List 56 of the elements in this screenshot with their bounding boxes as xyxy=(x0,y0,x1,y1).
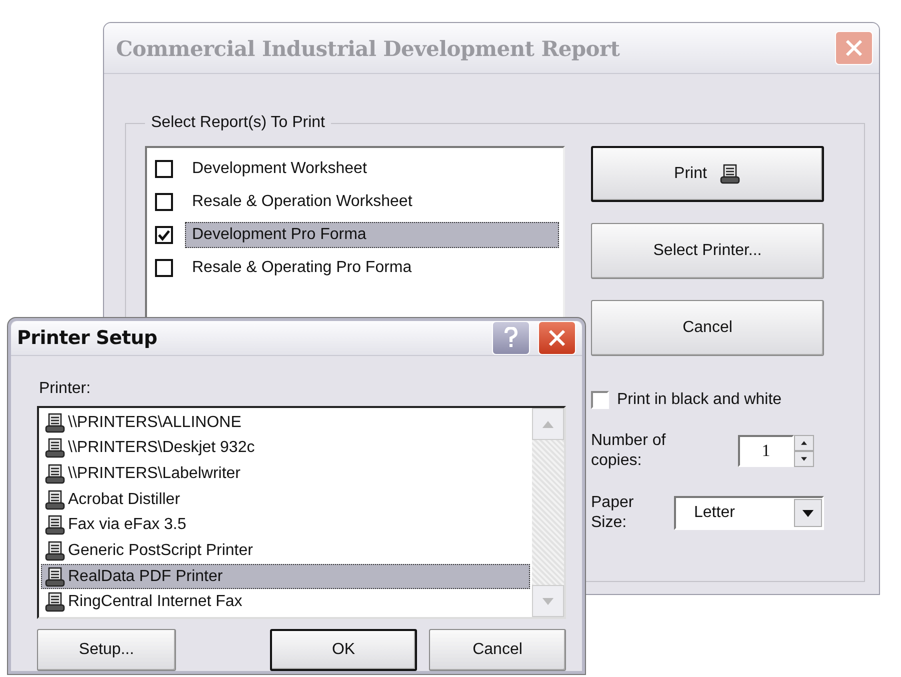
group-label: Select Report(s) To Print xyxy=(150,114,326,132)
printer-icon xyxy=(44,412,66,434)
caret-icon xyxy=(802,510,814,516)
printer-label: Printer: xyxy=(39,380,92,398)
printer-icon xyxy=(44,437,66,460)
printer-item[interactable]: Acrobat Distiller xyxy=(41,486,530,512)
dropdown-value: Letter xyxy=(694,504,735,522)
action-button[interactable]: Cancel xyxy=(591,300,824,356)
report-item[interactable]: Development Pro Forma xyxy=(185,222,559,248)
close-button[interactable] xyxy=(538,321,576,355)
printer-item[interactable]: Fax via eFax 3.5 xyxy=(41,512,530,538)
printer-item[interactable]: \\PRINTERS\ALLINONE xyxy=(41,410,530,436)
printer-icon xyxy=(44,463,66,486)
spin-down-button[interactable] xyxy=(794,451,814,467)
down-arrow-icon xyxy=(542,598,554,604)
printer-icon xyxy=(44,566,66,588)
close-icon xyxy=(547,328,567,348)
help-button[interactable] xyxy=(492,321,530,355)
checkbox[interactable] xyxy=(155,192,173,210)
window-title: Commercial Industrial Development Report xyxy=(116,36,620,60)
report-item[interactable]: Development Worksheet xyxy=(185,156,559,182)
checkbox[interactable] xyxy=(155,258,173,276)
dialog-button[interactable]: OK xyxy=(270,629,417,671)
printer-item[interactable]: \\PRINTERS\Deskjet 932c xyxy=(41,436,530,462)
dialog-button[interactable]: Setup... xyxy=(37,629,176,671)
down-arrow-icon xyxy=(801,457,807,461)
printer-item[interactable]: \\PRINTERS\Labelwriter xyxy=(41,461,530,487)
printer-icon xyxy=(44,488,66,511)
printer-icon xyxy=(44,540,66,562)
close-icon xyxy=(844,38,864,58)
printer-icon xyxy=(718,163,741,185)
check-icon xyxy=(158,228,170,240)
checkbox[interactable] xyxy=(591,391,609,409)
checkbox[interactable] xyxy=(155,160,173,178)
printer-item[interactable]: RingCentral Internet Fax xyxy=(41,589,530,615)
spin-up-button[interactable] xyxy=(794,435,814,451)
printer-icon xyxy=(44,514,66,536)
checkbox[interactable] xyxy=(155,226,173,244)
action-button[interactable]: Select Printer... xyxy=(591,223,824,279)
dialog-button[interactable]: Cancel xyxy=(428,629,566,671)
printer-item[interactable]: Generic PostScript Printer xyxy=(41,538,530,564)
up-arrow-icon xyxy=(801,441,807,445)
window-title: Printer Setup xyxy=(17,327,158,349)
dropdown-button[interactable] xyxy=(794,499,822,527)
paper-size-label: Paper Size: xyxy=(591,493,635,533)
printer-icon xyxy=(44,591,66,614)
copies-field[interactable]: 1 xyxy=(738,435,794,467)
checkbox-label: Print in black and white xyxy=(617,391,782,409)
report-item[interactable]: Resale & Operating Pro Forma xyxy=(185,254,559,280)
up-arrow-icon xyxy=(542,420,554,428)
copies-label: Number of copies: xyxy=(591,431,667,471)
report-item[interactable]: Resale & Operation Worksheet xyxy=(185,188,559,214)
printer-item[interactable]: RealData PDF Printer xyxy=(41,564,530,590)
question-icon xyxy=(504,327,518,349)
print-button[interactable]: Print xyxy=(591,146,824,202)
paper-size-dropdown[interactable]: Letter xyxy=(674,496,824,530)
